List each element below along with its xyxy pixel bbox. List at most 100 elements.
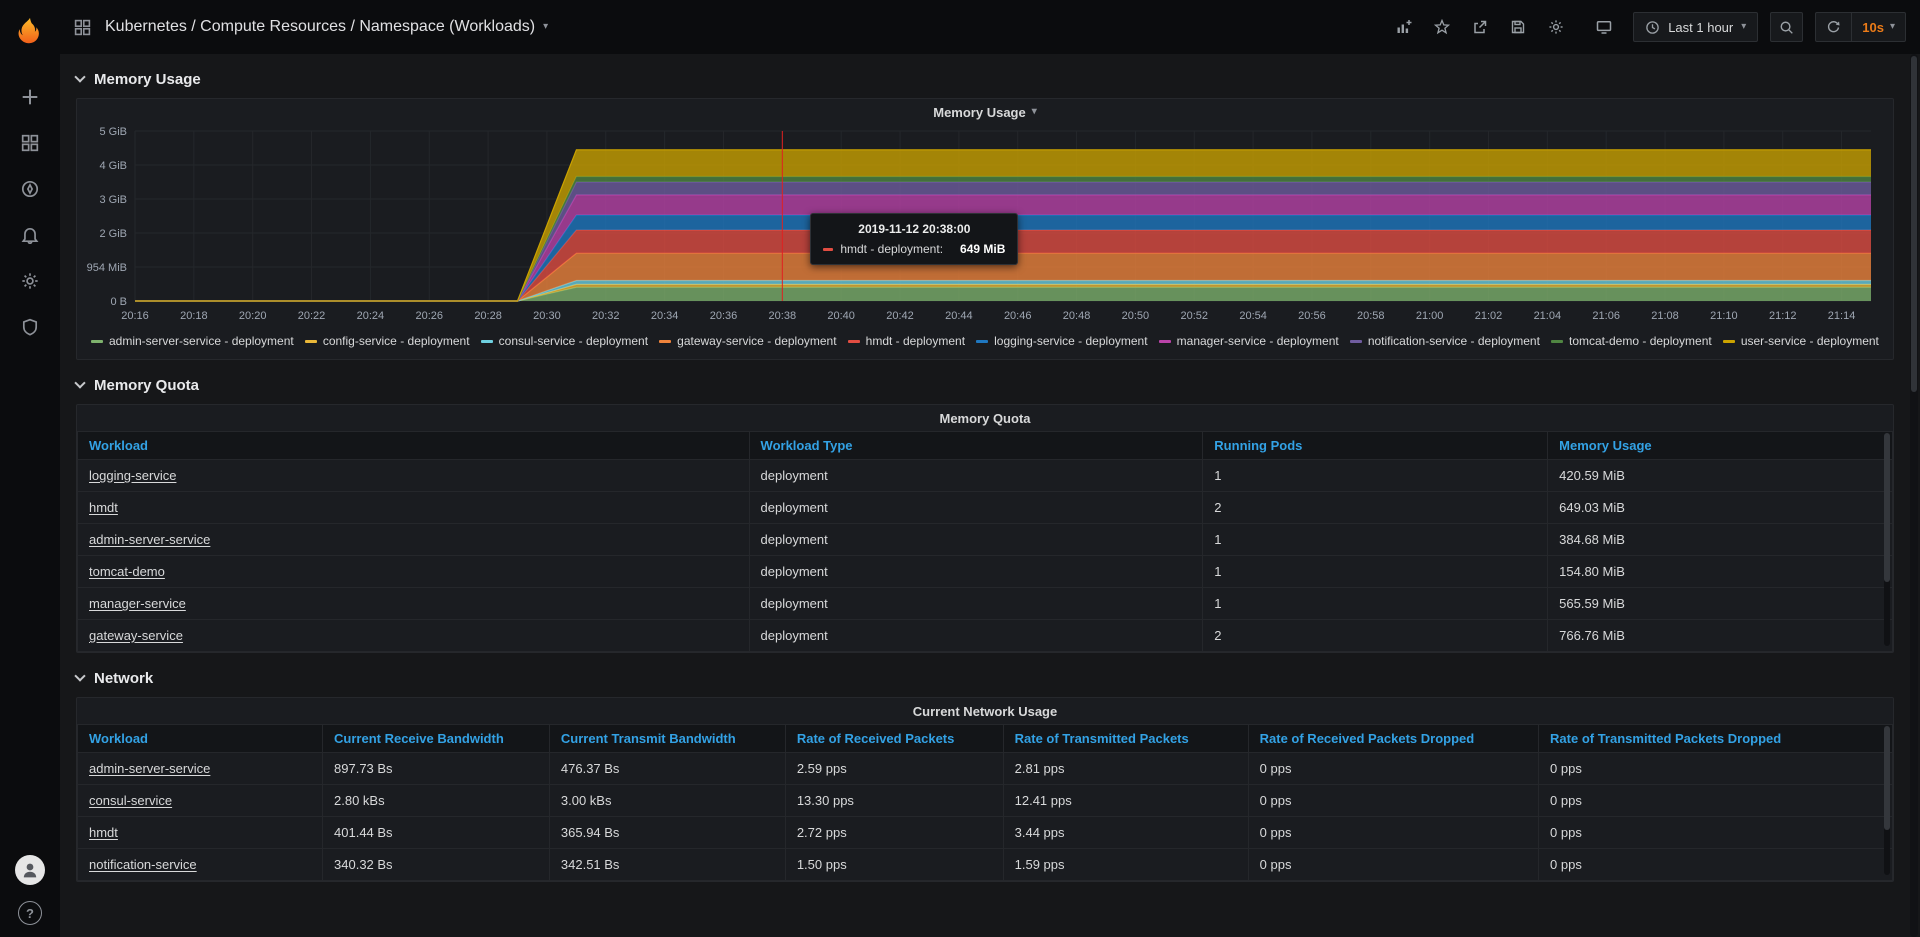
workload-link[interactable]: gateway-service: [89, 628, 183, 643]
legend-item[interactable]: tomcat-demo - deployment: [1551, 334, 1712, 348]
column-header[interactable]: Workload Type: [749, 432, 1203, 460]
legend-label: gateway-service - deployment: [677, 334, 836, 348]
x-tick-label: 20:34: [651, 310, 679, 322]
legend-item[interactable]: user-service - deployment: [1723, 334, 1879, 348]
workload-link[interactable]: tomcat-demo: [89, 564, 165, 579]
legend-color-dash: [1551, 340, 1563, 343]
chevron-down-icon: [74, 670, 85, 681]
table-cell: deployment: [749, 620, 1203, 652]
table-cell: 1: [1203, 588, 1548, 620]
configuration-gear-icon[interactable]: [0, 258, 60, 304]
x-tick-label: 20:42: [886, 310, 914, 322]
dashboards-icon[interactable]: [0, 120, 60, 166]
x-tick-label: 20:32: [592, 310, 620, 322]
x-tick-label: 20:44: [945, 310, 973, 322]
column-header[interactable]: Workload: [78, 725, 323, 753]
x-tick-label: 20:48: [1063, 310, 1091, 322]
table-cell: 0 pps: [1539, 753, 1893, 785]
grafana-app: ? Kubernetes / Compute Resources / Names…: [0, 0, 1920, 937]
series-area: [135, 287, 1871, 301]
explore-compass-icon[interactable]: [0, 166, 60, 212]
chevron-down-icon: ▾: [1032, 107, 1037, 117]
alerting-bell-icon[interactable]: [0, 212, 60, 258]
table-cell: 365.94 Bs: [549, 817, 785, 849]
y-tick-label: 0 B: [110, 296, 127, 308]
chevron-down-icon: [74, 71, 85, 82]
dashboard-content: Memory Usage Memory Usage ▾ 20:1620:1820…: [60, 54, 1920, 937]
column-header[interactable]: Rate of Received Packets Dropped: [1248, 725, 1538, 753]
dashboard-title-dropdown[interactable]: Kubernetes / Compute Resources / Namespa…: [105, 18, 548, 36]
workload-link[interactable]: consul-service: [89, 793, 172, 808]
star-icon[interactable]: [1425, 11, 1459, 43]
add-panel-icon[interactable]: [1387, 11, 1421, 43]
workload-link[interactable]: hmdt: [89, 500, 118, 515]
table-cell: 0 pps: [1248, 849, 1538, 881]
legend-label: notification-service - deployment: [1368, 334, 1540, 348]
table-cell: 340.32 Bs: [323, 849, 550, 881]
panel-title-menu[interactable]: Memory Usage ▾: [77, 99, 1893, 125]
refresh-button[interactable]: [1816, 13, 1851, 41]
column-header[interactable]: Current Receive Bandwidth: [323, 725, 550, 753]
workload-link[interactable]: admin-server-service: [89, 532, 210, 547]
grafana-logo-icon[interactable]: [9, 10, 51, 52]
tooltip-series-label: hmdt - deployment:: [840, 242, 943, 256]
workload-link[interactable]: admin-server-service: [89, 761, 210, 776]
create-plus-icon[interactable]: [0, 74, 60, 120]
user-avatar[interactable]: [15, 855, 45, 885]
save-icon[interactable]: [1501, 11, 1535, 43]
table-cell: 0 pps: [1248, 785, 1538, 817]
column-header[interactable]: Workload: [78, 432, 750, 460]
section-memory-quota[interactable]: Memory Quota: [76, 370, 1894, 400]
tooltip-timestamp: 2019-11-12 20:38:00: [823, 222, 1005, 236]
table-cell: 13.30 pps: [785, 785, 1003, 817]
apps-grid-icon[interactable]: [74, 19, 91, 36]
column-header[interactable]: Rate of Transmitted Packets Dropped: [1539, 725, 1893, 753]
legend-item[interactable]: admin-server-service - deployment: [91, 334, 294, 348]
workload-link[interactable]: logging-service: [89, 468, 176, 483]
panel-title-menu[interactable]: Current Network Usage: [77, 698, 1893, 724]
server-admin-shield-icon[interactable]: [0, 304, 60, 350]
magnifier-icon: [1779, 20, 1794, 35]
section-memory-usage[interactable]: Memory Usage: [76, 64, 1894, 94]
x-tick-label: 20:46: [1004, 310, 1032, 322]
legend-item[interactable]: gateway-service - deployment: [659, 334, 836, 348]
table-cell: 0 pps: [1539, 785, 1893, 817]
y-tick-label: 4 GiB: [99, 160, 127, 172]
table-scrollbar[interactable]: [1884, 726, 1890, 875]
help-icon[interactable]: ?: [18, 901, 42, 925]
cycle-view-monitor-icon[interactable]: [1587, 11, 1621, 43]
time-range-picker[interactable]: Last 1 hour ▾: [1633, 12, 1758, 42]
column-header[interactable]: Rate of Received Packets: [785, 725, 1003, 753]
page-scrollbar[interactable]: [1910, 54, 1918, 937]
dashboard-settings-gear-icon[interactable]: [1539, 11, 1573, 43]
workload-link[interactable]: hmdt: [89, 825, 118, 840]
chevron-down-icon: ▾: [1890, 22, 1895, 32]
legend-item[interactable]: hmdt - deployment: [848, 334, 965, 348]
panel-title-menu[interactable]: Memory Quota: [77, 405, 1893, 431]
refresh-interval-picker[interactable]: 10s ▾: [1851, 13, 1905, 41]
legend-label: hmdt - deployment: [866, 334, 965, 348]
share-icon[interactable]: [1463, 11, 1497, 43]
table-cell: 2.72 pps: [785, 817, 1003, 849]
legend-label: admin-server-service - deployment: [109, 334, 294, 348]
column-header[interactable]: Rate of Transmitted Packets: [1003, 725, 1248, 753]
legend-item[interactable]: manager-service - deployment: [1159, 334, 1339, 348]
time-range-label: Last 1 hour: [1668, 20, 1733, 35]
table-cell: 2: [1203, 492, 1548, 524]
workload-link[interactable]: manager-service: [89, 596, 186, 611]
table-cell: 766.76 MiB: [1548, 620, 1893, 652]
legend-item[interactable]: config-service - deployment: [305, 334, 470, 348]
zoom-out-button[interactable]: [1770, 12, 1803, 42]
legend-item[interactable]: notification-service - deployment: [1350, 334, 1540, 348]
workload-link[interactable]: notification-service: [89, 857, 197, 872]
table-cell: 2.59 pps: [785, 753, 1003, 785]
column-header[interactable]: Current Transmit Bandwidth: [549, 725, 785, 753]
column-header[interactable]: Memory Usage: [1548, 432, 1893, 460]
refresh-interval-label: 10s: [1862, 20, 1884, 35]
table-scrollbar[interactable]: [1884, 433, 1890, 646]
section-network[interactable]: Network: [76, 663, 1894, 693]
x-tick-label: 21:04: [1534, 310, 1562, 322]
legend-item[interactable]: consul-service - deployment: [481, 334, 648, 348]
column-header[interactable]: Running Pods: [1203, 432, 1548, 460]
legend-item[interactable]: logging-service - deployment: [976, 334, 1147, 348]
